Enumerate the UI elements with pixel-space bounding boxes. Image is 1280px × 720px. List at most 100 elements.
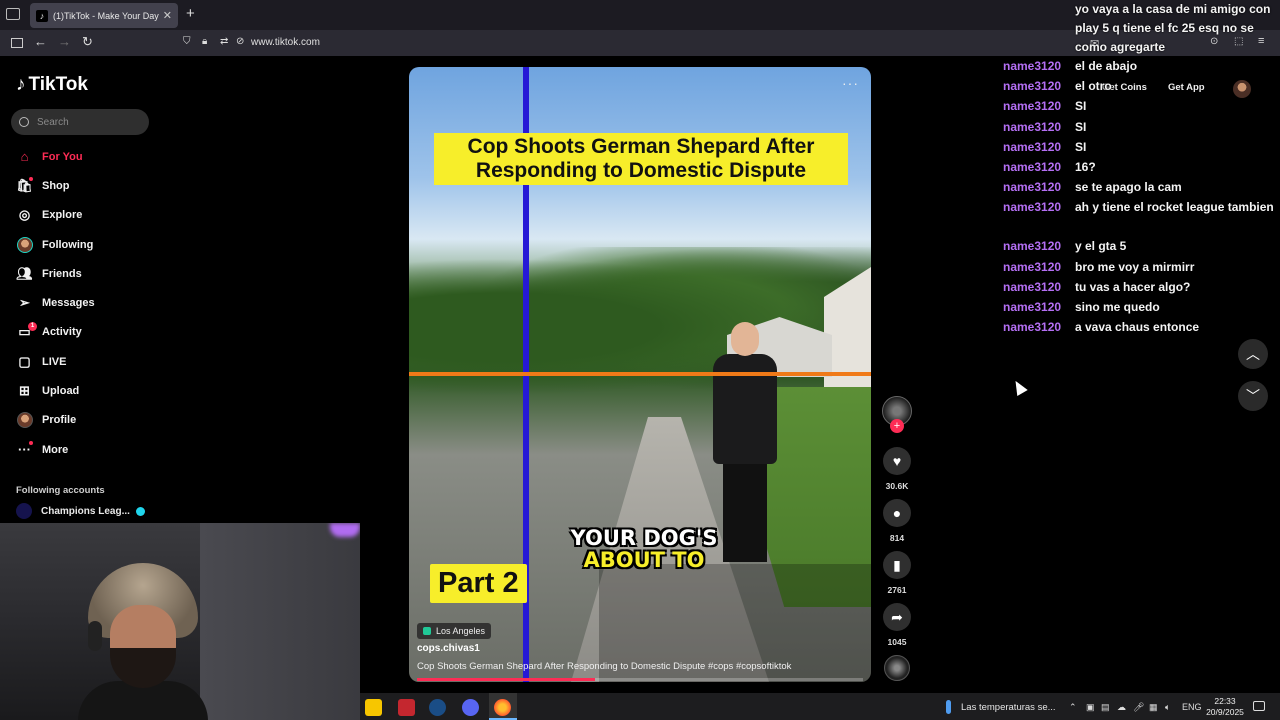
sidebar-item-label: Following [42, 238, 94, 251]
steam-icon[interactable] [429, 699, 446, 716]
more-options-icon[interactable]: ··· [842, 75, 859, 91]
next-video-button[interactable]: ﹀ [1238, 381, 1268, 411]
tab-list-icon[interactable] [6, 8, 20, 20]
firefox-icon[interactable] [494, 699, 511, 716]
save-count: 2761 [887, 585, 907, 595]
thermometer-icon [946, 700, 951, 714]
chat-text: y el gta 5 [1075, 239, 1127, 254]
like-button[interactable]: ♥ [883, 447, 911, 475]
chat-text: tu vas a hacer algo? [1075, 279, 1191, 294]
notifications-icon[interactable] [1253, 701, 1265, 711]
chat-message: name3120 sino me quedo [1003, 298, 1275, 317]
sidebar-toggle-icon[interactable] [11, 38, 23, 48]
avatar [16, 236, 33, 253]
taskbar-clock[interactable]: 22:33 20/9/2025 [1202, 696, 1248, 718]
video-author[interactable]: cops.chivas1 [417, 643, 480, 654]
microphone-icon[interactable]: 🎤︎ [1133, 702, 1144, 713]
discord-icon[interactable] [462, 699, 479, 716]
new-tab-icon[interactable]: + [186, 5, 195, 22]
tab-tiktok[interactable]: ♪ (1)TikTok - Make Your Day ✕ [30, 3, 178, 28]
permissions-icon[interactable]: ⇄ [220, 36, 228, 47]
sidebar-item-explore[interactable]: ◎ Explore [16, 201, 166, 230]
share-count: 1045 [887, 637, 907, 647]
webcam-wall [200, 523, 360, 720]
url-bar[interactable]: www.tiktok.com [251, 37, 320, 48]
orange-divider-line [409, 372, 871, 376]
back-icon[interactable]: ← [34, 34, 47, 49]
chat-text: el otro [1075, 79, 1112, 94]
lock-icon[interactable]: 🔒︎ [202, 36, 207, 47]
chat-username: name3120 [1003, 180, 1062, 195]
sidebar-item-activity[interactable]: ▭ 1 Activity [16, 318, 166, 347]
video-title-banner: Cop Shoots German Shepard After Respondi… [434, 133, 848, 185]
headset [88, 621, 102, 651]
compass-icon: ◎ [18, 207, 31, 223]
chat-message: name3120 el de abajo [1003, 57, 1275, 76]
cloud-icon[interactable]: ☁ [1117, 702, 1126, 713]
shield-icon[interactable]: ⛉ [183, 36, 191, 47]
comment-button[interactable]: ● [883, 499, 911, 527]
chevron-up-icon[interactable]: ⌃ [1069, 702, 1077, 713]
chat-text: SI [1075, 139, 1087, 154]
chat-username: name3120 [1003, 239, 1062, 254]
sidebar-nav: ⌂ For You 🛍︎ Shop ◎ Explore Following 👥︎… [16, 142, 166, 464]
screen: ♪ (1)TikTok - Make Your Day ✕ + ← → ↻ ⛉ … [0, 0, 1280, 720]
avatar-image [16, 412, 33, 429]
tray-icon[interactable]: ▣ [1086, 702, 1095, 713]
music-disc-icon[interactable] [884, 655, 910, 681]
tracking-icon[interactable]: ⊘ [236, 36, 244, 47]
search-input[interactable]: Search [11, 109, 149, 135]
tiktok-icon: ♪ [36, 9, 48, 22]
sidebar-item-messages[interactable]: ➢ Messages [16, 288, 166, 317]
follow-plus-icon[interactable]: + [890, 419, 904, 433]
weather-widget[interactable]: Las temperaturas se... [946, 700, 1056, 714]
chat-message: name3120 SI [1003, 97, 1275, 116]
save-button[interactable]: ▮ [883, 551, 911, 579]
forward-icon[interactable]: → [58, 34, 71, 49]
search-placeholder: Search [37, 116, 69, 128]
video-player[interactable]: ··· Cop Shoots German Shepard After Resp… [409, 67, 871, 682]
sidebar-item-label: Profile [42, 414, 77, 427]
chat-username: name3120 [1003, 139, 1062, 154]
sidebar-item-for-you[interactable]: ⌂ For You [16, 142, 166, 171]
sidebar-item-friends[interactable]: 👥︎ Friends [16, 259, 166, 288]
sidebar-item-upload[interactable]: ⊞ Upload [16, 376, 166, 405]
activity-badge: 1 [28, 321, 37, 331]
chat-username: name3120 [1003, 160, 1062, 174]
tiktok-logo[interactable]: ♪ TikTok [16, 74, 88, 96]
chevron-down-icon: ﹀ [1246, 388, 1260, 404]
display-icon[interactable]: ▦ [1149, 702, 1158, 713]
sidebar-item-shop[interactable]: 🛍︎ Shop [16, 171, 166, 200]
tray-icon[interactable]: ▤ [1101, 702, 1110, 713]
avatar [16, 412, 33, 429]
sticky-notes-icon[interactable] [365, 699, 382, 716]
sidebar-item-live[interactable]: ▢ LIVE [16, 347, 166, 376]
friends-icon: 👥︎ [16, 265, 33, 281]
tab-title: (1)TikTok - Make Your Day [53, 10, 159, 21]
app-icon[interactable] [398, 699, 415, 716]
reload-icon[interactable]: ↻ [82, 34, 93, 50]
following-account-name: Champions Leag... [41, 505, 130, 517]
video-progress-bar[interactable] [417, 678, 863, 681]
close-icon[interactable]: ✕ [163, 9, 172, 22]
chat-message: name3120 SI [1003, 118, 1275, 137]
sidebar-item-label: Activity [42, 326, 82, 339]
bookmark-icon: ▮ [893, 556, 901, 573]
speaker-icon[interactable]: 🔈︎ [1165, 702, 1170, 713]
sidebar-item-following[interactable]: Following [16, 230, 166, 259]
sidebar-item-more[interactable]: ··· More [16, 435, 166, 464]
following-account-item[interactable]: Champions Leag... [16, 503, 145, 519]
location-tag[interactable]: Los Angeles [417, 623, 492, 639]
chat-username: name3120 [1003, 279, 1062, 294]
avatar [16, 503, 32, 519]
chat-message: name3120 tu vas a hacer algo? [1003, 278, 1275, 297]
share-button[interactable]: ➦ [883, 603, 911, 631]
sidebar-item-profile[interactable]: Profile [16, 406, 166, 435]
chat-username: name3120 [1003, 320, 1062, 335]
chat-message: name3120 y el gta 5 [1003, 237, 1275, 256]
language-indicator[interactable]: ENG [1182, 702, 1202, 712]
chat-text: SI [1075, 119, 1087, 134]
verified-icon [135, 506, 145, 516]
chat-text: sino me quedo [1075, 300, 1160, 314]
previous-video-button[interactable]: ︿ [1238, 339, 1268, 369]
